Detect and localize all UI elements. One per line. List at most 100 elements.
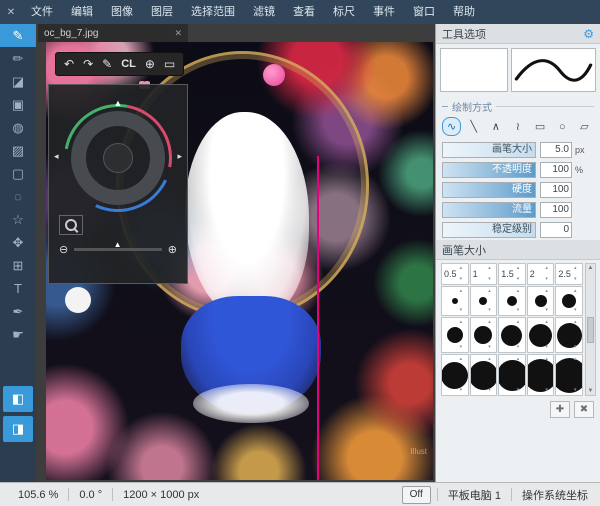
brush-size-slider[interactable]: 画笔大小: [442, 142, 536, 158]
spinner-icon[interactable]: [517, 289, 524, 313]
crop-tool-button[interactable]: ⊞: [0, 254, 36, 277]
menu-view[interactable]: 查看: [284, 0, 324, 24]
zoom-slider[interactable]: ▲: [74, 240, 162, 251]
add-brush-button[interactable]: ✚: [550, 401, 570, 418]
hardness-value[interactable]: 100: [540, 182, 572, 198]
rotation-ring-control[interactable]: ▲ ◂ ▸: [42, 82, 194, 234]
menu-event[interactable]: 事件: [364, 0, 404, 24]
panel-toggle-right-button[interactable]: ◨: [3, 416, 33, 442]
spinner-icon[interactable]: [574, 320, 581, 350]
menu-filter[interactable]: 滤镜: [244, 0, 284, 24]
menu-edit[interactable]: 编辑: [62, 0, 102, 24]
brush-preset[interactable]: 1: [469, 263, 498, 285]
stabilizer-slider[interactable]: 稳定级别: [442, 222, 536, 238]
delete-brush-button[interactable]: ✖: [574, 401, 594, 418]
menu-layer[interactable]: 图层: [142, 0, 182, 24]
spinner-icon[interactable]: [460, 357, 467, 393]
brush-preset[interactable]: [469, 354, 498, 396]
brush-preset[interactable]: [498, 286, 526, 316]
display-icon[interactable]: ▭: [164, 57, 175, 71]
spinner-icon[interactable]: [460, 320, 467, 350]
gradient-tool-button[interactable]: ▨: [0, 139, 36, 162]
brush-grid-scrollbar[interactable]: ▲ ▼: [585, 263, 596, 396]
menu-image[interactable]: 图像: [102, 0, 142, 24]
spinner-icon[interactable]: [574, 357, 581, 393]
menu-help[interactable]: 帮助: [444, 0, 484, 24]
flow-value[interactable]: 100: [540, 202, 572, 218]
brush-preset[interactable]: [469, 286, 498, 316]
zoom-out-icon[interactable]: ⊖: [59, 243, 68, 256]
spinner-icon[interactable]: [574, 266, 581, 282]
spinner-icon[interactable]: [545, 357, 552, 393]
panel-toggle-left-button[interactable]: ◧: [3, 386, 33, 412]
brush-preset[interactable]: [441, 317, 469, 353]
brush-preset[interactable]: [498, 317, 526, 353]
rotate-left-icon[interactable]: ◂: [54, 151, 59, 162]
brush-preset[interactable]: [526, 317, 555, 353]
opacity-slider[interactable]: 不透明度: [442, 162, 536, 178]
pen-icon[interactable]: ✎: [102, 57, 112, 71]
zoom-slider-thumb[interactable]: ▲: [114, 240, 122, 249]
fill-tool-button[interactable]: ◍: [0, 116, 36, 139]
brush-preset[interactable]: [526, 286, 555, 316]
brush-preset[interactable]: [555, 286, 583, 316]
brush-preset[interactable]: [555, 317, 583, 353]
spinner-icon[interactable]: [488, 357, 495, 393]
spinner-icon[interactable]: [488, 266, 495, 282]
menu-file[interactable]: 文件: [22, 0, 62, 24]
menu-selection[interactable]: 选择范围: [182, 0, 244, 24]
scrollbar-thumb[interactable]: [587, 316, 594, 343]
brush-preset[interactable]: [469, 317, 498, 353]
ellipse-mode-icon[interactable]: ○: [553, 117, 572, 136]
move-tool-button[interactable]: ✥: [0, 231, 36, 254]
opacity-value[interactable]: 100: [540, 162, 572, 178]
brush-preset[interactable]: 1.5: [498, 263, 526, 285]
gear-icon[interactable]: ⚙: [583, 27, 594, 41]
document-tab[interactable]: oc_bg_7.jpg ✕: [38, 24, 188, 42]
magic-wand-tool-button[interactable]: ☆: [0, 208, 36, 231]
rectangle-mode-icon[interactable]: ▭: [531, 117, 550, 136]
spinner-icon[interactable]: [574, 289, 581, 313]
scroll-down-icon[interactable]: ▼: [588, 388, 594, 394]
lasso-select-tool-button[interactable]: ◌: [0, 185, 36, 208]
close-icon[interactable]: ✕: [0, 7, 22, 18]
undo-icon[interactable]: ↶: [64, 57, 74, 71]
brush-preset[interactable]: 2: [526, 263, 555, 285]
target-icon[interactable]: ⊕: [145, 57, 155, 71]
spinner-icon[interactable]: [488, 320, 495, 350]
coordinate-mode-selector[interactable]: 操作系统坐标: [518, 487, 592, 503]
brush-preset[interactable]: [526, 354, 555, 396]
freehand-mode-icon[interactable]: ∿: [442, 117, 462, 136]
menu-ruler[interactable]: 标尺: [324, 0, 364, 24]
tablet-selector[interactable]: 平板电脑 1: [444, 487, 505, 503]
eraser-tool-button[interactable]: ◪: [0, 70, 36, 93]
spinner-icon[interactable]: [545, 266, 552, 282]
brush-preset[interactable]: [441, 354, 469, 396]
spinner-icon[interactable]: [488, 289, 495, 313]
magnifier-button[interactable]: [59, 215, 83, 235]
menu-window[interactable]: 窗口: [404, 0, 444, 24]
brush-size-value[interactable]: 5.0: [540, 142, 572, 158]
brush-preset[interactable]: [498, 354, 526, 396]
line-mode-icon[interactable]: ╲: [464, 117, 483, 136]
pencil-tool-button[interactable]: ✏: [0, 47, 36, 70]
stamp-tool-button[interactable]: ▣: [0, 93, 36, 116]
polyline-mode-icon[interactable]: ∧: [486, 117, 505, 136]
pen-tool-button[interactable]: ✎: [0, 24, 36, 47]
spinner-icon[interactable]: [545, 289, 552, 313]
stabilizer-value[interactable]: 0: [540, 222, 572, 238]
text-tool-button[interactable]: T: [0, 277, 36, 300]
flow-slider[interactable]: 流量: [442, 202, 536, 218]
zoom-in-icon[interactable]: ⊕: [168, 243, 177, 256]
brush-preset[interactable]: 0.5: [441, 263, 469, 285]
hand-tool-button[interactable]: ☛: [0, 323, 36, 346]
spinner-icon[interactable]: [517, 266, 524, 282]
brush-preset[interactable]: [441, 286, 469, 316]
tab-close-icon[interactable]: ✕: [174, 28, 182, 39]
polygon-mode-icon[interactable]: ▱: [575, 117, 594, 136]
marquee-select-tool-button[interactable]: ▢: [0, 162, 36, 185]
clear-button[interactable]: CL: [121, 58, 136, 70]
off-toggle-button[interactable]: Off: [401, 485, 431, 504]
brush-preset[interactable]: [555, 354, 583, 396]
brush-preset[interactable]: 2.5: [555, 263, 583, 285]
